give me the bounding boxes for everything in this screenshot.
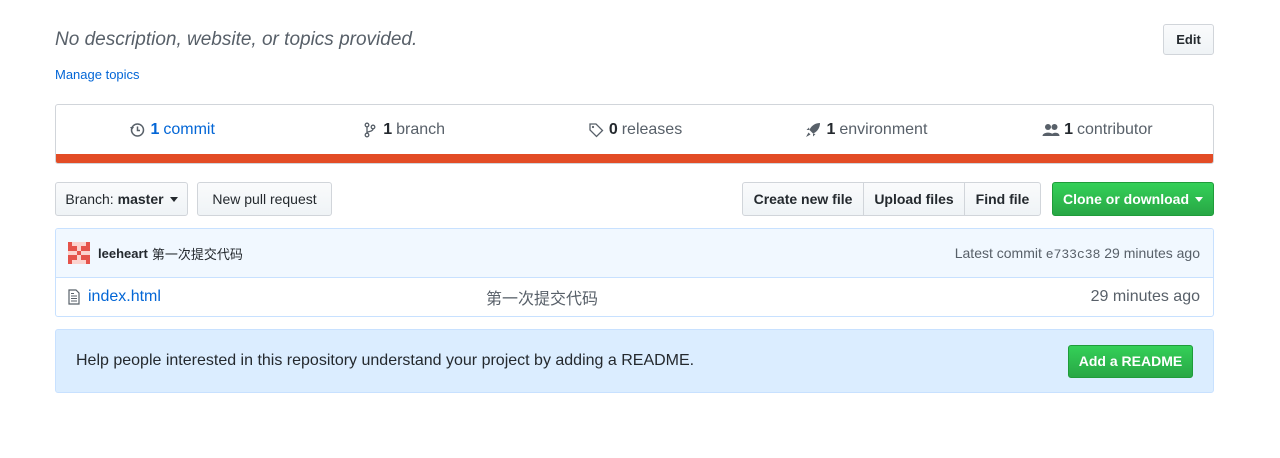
commit-sha-link[interactable]: e733c38 [1046,247,1101,262]
file-actions-group: Create new file Upload files Find file [742,182,1041,216]
readme-banner-text: Help people interested in this repositor… [76,352,695,369]
file-icon [68,289,82,305]
branches-count: 1 [383,120,393,138]
commit-message[interactable]: 第一次提交代码 [152,244,243,263]
commits-count: 1 [150,120,160,138]
releases-label: releases [621,120,683,138]
add-readme-button[interactable]: Add a README [1068,344,1193,378]
new-pull-request-button[interactable]: New pull request [197,182,332,216]
caret-down-icon [1195,196,1203,202]
rocket-icon [804,121,822,139]
language-bar[interactable] [56,154,1213,163]
file-table: leeheart 第一次提交代码 Latest commit e733c38 2… [55,228,1214,317]
repo-summary: 1 commit 1 branch 0 releases 1 environme… [55,104,1214,164]
upload-files-button[interactable]: Upload files [863,182,965,216]
manage-topics-link[interactable]: Manage topics [55,67,140,82]
commit-age: 29 minutes ago [1104,244,1200,261]
find-file-button[interactable]: Find file [964,182,1041,216]
environments-count: 1 [826,120,836,138]
branch-name: master [117,191,164,207]
clone-label: Clone or download [1063,191,1189,207]
file-age: 29 minutes ago [1090,288,1200,305]
file-name-link[interactable]: index.html [88,288,486,306]
tag-icon [587,121,605,139]
contributors-count: 1 [1064,120,1073,138]
table-row: index.html 第一次提交代码 29 minutes ago [56,278,1213,316]
commit-author[interactable]: leeheart [98,246,148,261]
commits-link[interactable]: 1 commit [56,121,287,139]
avatar[interactable] [68,242,90,264]
branch-select-button[interactable]: Branch: master [55,182,188,216]
history-icon [128,121,146,139]
latest-commit-prefix: Latest commit [954,244,1042,261]
branches-link[interactable]: 1 branch [287,121,518,139]
clone-or-download-button[interactable]: Clone or download [1052,182,1214,216]
latest-commit-bar: leeheart 第一次提交代码 Latest commit e733c38 2… [56,229,1213,278]
releases-link[interactable]: 0 releases [519,121,750,139]
branch-prefix: Branch: [65,191,114,207]
edit-button[interactable]: Edit [1163,24,1214,55]
repo-description: No description, website, or topics provi… [55,29,418,50]
create-new-file-button[interactable]: Create new file [742,182,864,216]
branches-label: branch [396,120,446,138]
contributors-link[interactable]: 1 contributor [982,121,1213,139]
readme-banner: Help people interested in this repositor… [55,329,1214,393]
people-icon [1042,121,1060,139]
contributors-label: contributor [1076,120,1153,138]
environments-link[interactable]: 1 environment [750,121,981,139]
environments-label: environment [839,120,928,138]
commits-label: commit [163,120,215,138]
caret-down-icon [169,196,178,202]
git-branch-icon [361,121,379,139]
file-commit-message[interactable]: 第一次提交代码 [486,285,1091,309]
releases-count: 0 [608,120,618,138]
latest-commit-info: Latest commit e733c38 29 minutes ago [955,245,1200,262]
